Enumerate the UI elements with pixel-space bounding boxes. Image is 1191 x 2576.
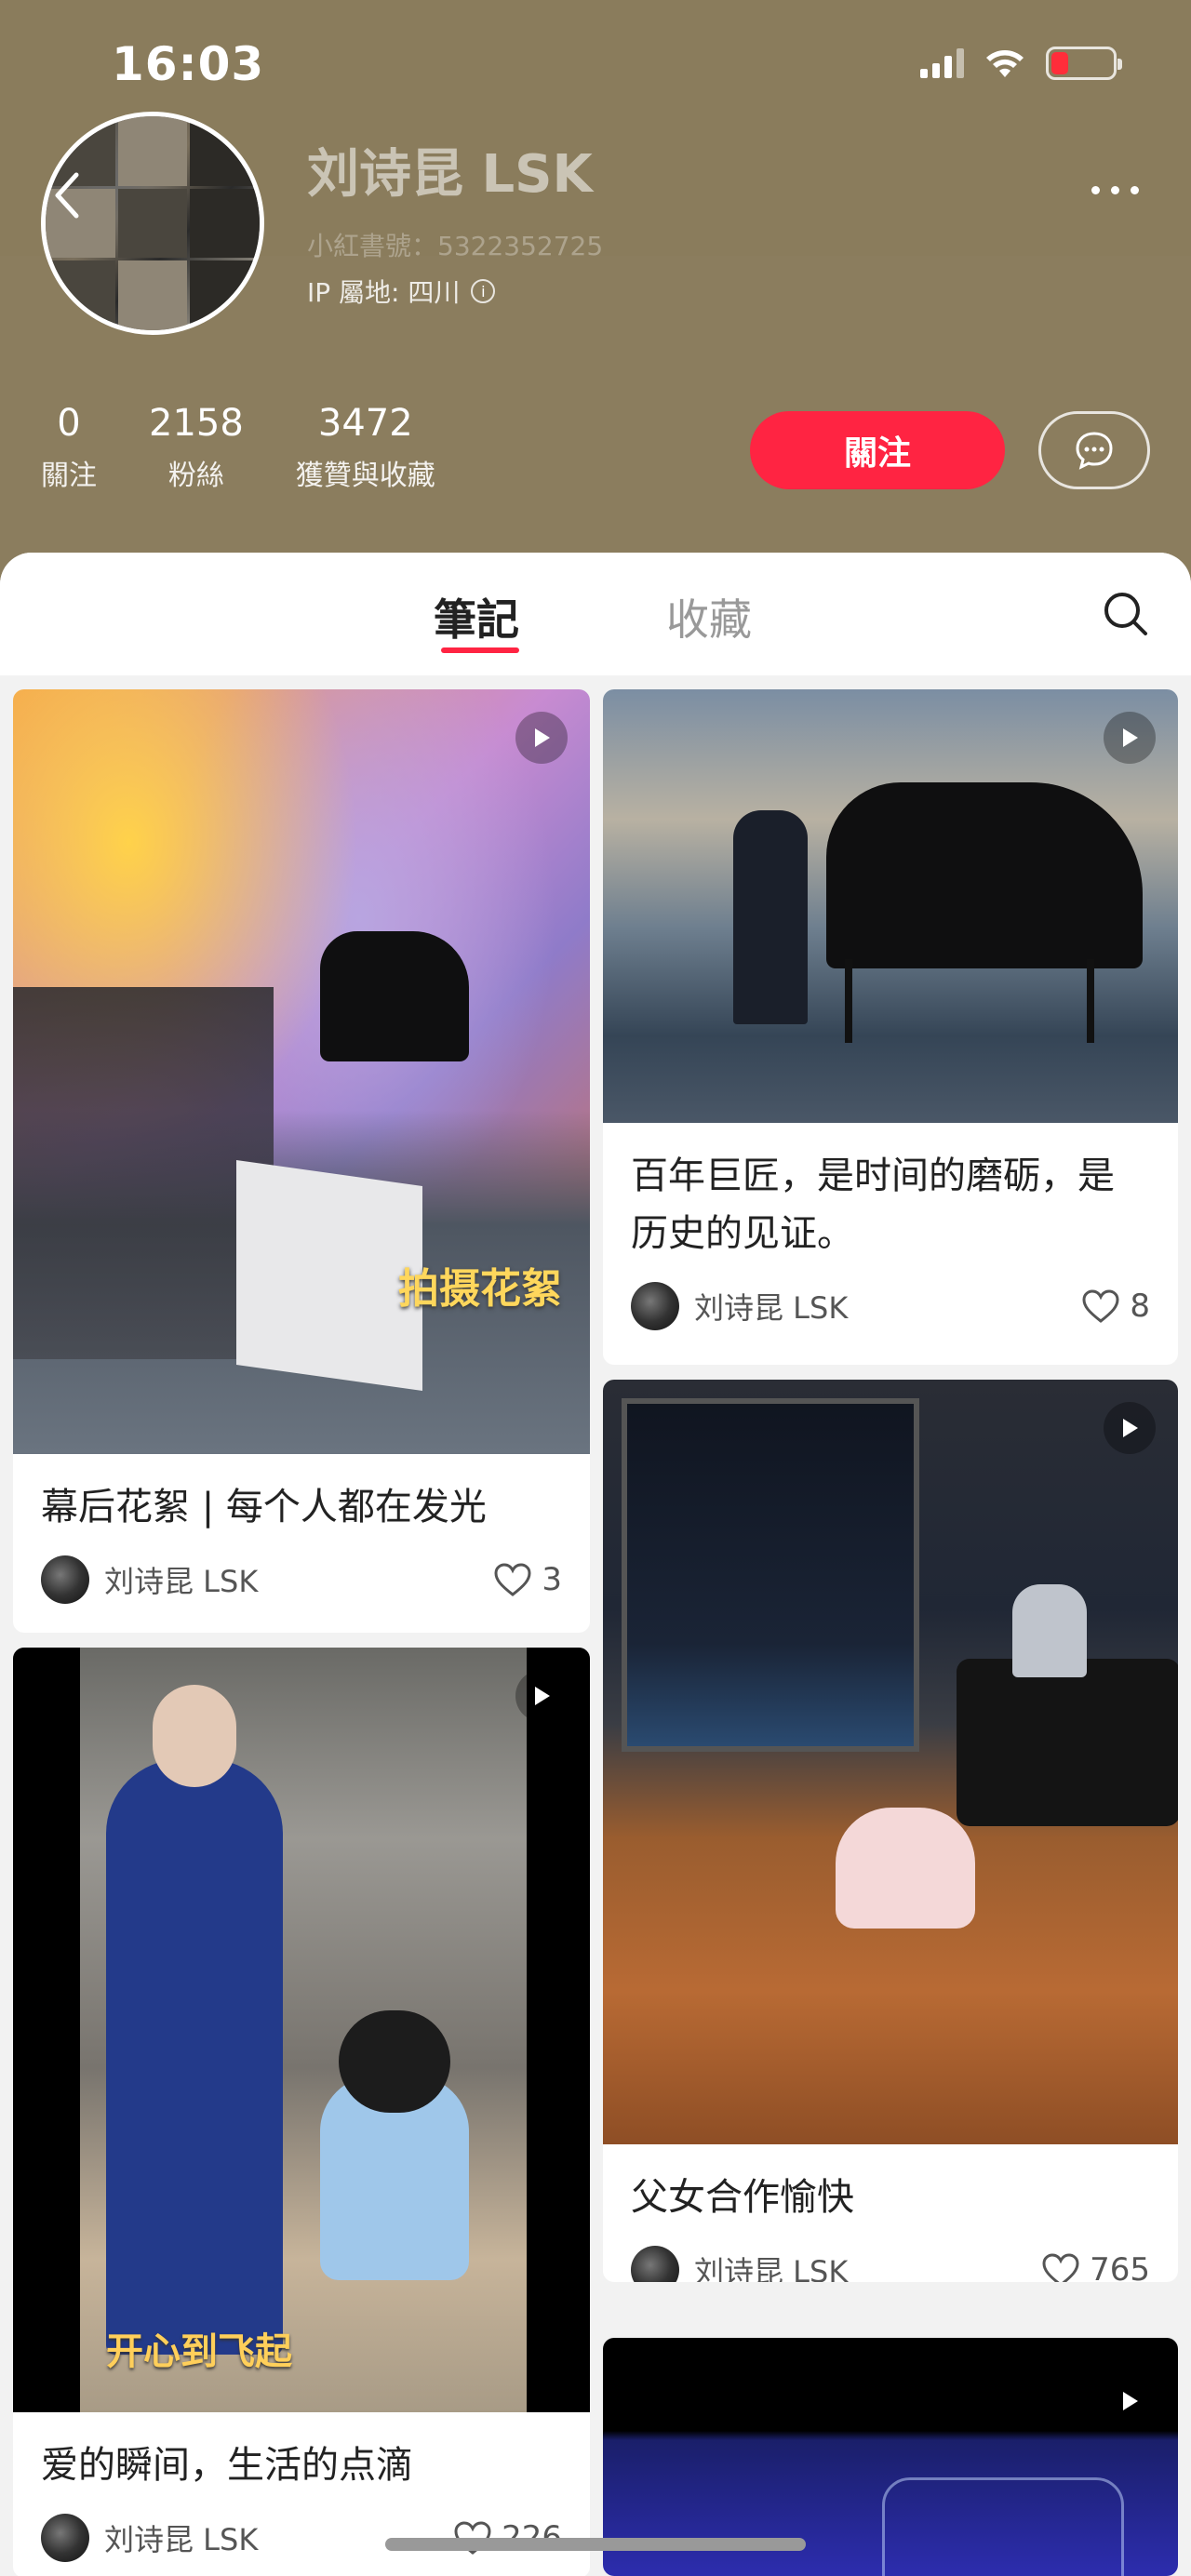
heart-icon — [1042, 2253, 1079, 2282]
post-footer: 刘诗昆 LSK 765 — [603, 2226, 1178, 2282]
post-title: 父女合作愉快 — [631, 2176, 854, 2219]
battery-icon — [1046, 47, 1122, 80]
image-caption: 拍摄花絮 — [398, 1265, 562, 1313]
back-arrow-icon[interactable] — [47, 167, 93, 223]
post-footer: 刘诗昆 LSK 8 — [603, 1262, 1178, 1333]
post-title: 幕后花絮 | 每个人都在发光 — [41, 1486, 487, 1528]
status-time: 16:03 — [112, 37, 265, 91]
author-avatar[interactable] — [631, 1282, 679, 1330]
chat-bubble-icon — [1076, 432, 1113, 470]
post-thumbnail[interactable]: 开心到飞起 — [13, 1648, 590, 2412]
post-title: 爱的瞬间，生活的点滴 — [41, 2444, 413, 2487]
cellular-signal-icon — [920, 48, 964, 78]
author-avatar[interactable] — [41, 1555, 89, 1604]
post-title: 百年巨匠，是时间的磨砺，是历史的见证。 — [631, 1155, 1115, 1255]
author-avatar[interactable] — [631, 2246, 679, 2282]
play-icon — [1104, 2375, 1156, 2427]
home-indicator[interactable] — [385, 2538, 806, 2551]
like-button[interactable]: 8 — [1081, 1288, 1150, 1325]
post-thumbnail[interactable]: 拍摄花絮 — [13, 689, 590, 1454]
profile-header: 16:03 刘诗昆 LSK 小紅書號：5322352725 IP 屬地: 四川 … — [0, 0, 1191, 595]
redbook-id: 小紅書號：5322352725 — [307, 231, 604, 261]
tab-saved[interactable]: 收藏 — [666, 586, 752, 647]
stat-value: 3472 — [317, 402, 413, 445]
post-footer: 刘诗昆 LSK 226 — [13, 2494, 590, 2565]
stat-following[interactable]: 0 關注 — [41, 402, 97, 493]
play-icon — [1104, 712, 1156, 764]
search-icon[interactable] — [1102, 590, 1150, 638]
post-thumbnail[interactable] — [603, 689, 1178, 1123]
follow-button[interactable]: 關注 — [750, 411, 1005, 489]
active-tab-indicator — [441, 647, 519, 653]
author-avatar[interactable] — [41, 2514, 89, 2562]
post-thumbnail[interactable] — [603, 1380, 1178, 2144]
stat-followers[interactable]: 2158 粉絲 — [149, 402, 244, 493]
like-count: 3 — [542, 1561, 562, 1598]
message-button[interactable] — [1038, 411, 1150, 489]
ip-location-text: IP 屬地: 四川 — [307, 277, 461, 308]
author-name[interactable]: 刘诗昆 LSK — [694, 2249, 1041, 2282]
stat-likes-saves[interactable]: 3472 獲贊與收藏 — [296, 402, 435, 493]
like-count: 8 — [1130, 1288, 1150, 1325]
post-card[interactable]: 父女合作愉快 刘诗昆 LSK 765 — [603, 1380, 1178, 2282]
play-icon — [1104, 1402, 1156, 1454]
post-card[interactable]: 拍摄花絮 幕后花絮 | 每个人都在发光 刘诗昆 LSK 3 — [13, 689, 590, 1633]
ip-location: IP 屬地: 四川 i — [307, 273, 496, 310]
author-name[interactable]: 刘诗昆 LSK — [694, 1285, 1081, 1328]
status-icons — [920, 47, 1122, 80]
play-icon — [515, 1670, 568, 1722]
stat-label: 獲贊與收藏 — [295, 460, 435, 492]
stat-label: 關注 — [41, 460, 97, 492]
more-options-icon[interactable] — [1091, 186, 1139, 194]
wifi-icon — [986, 50, 1024, 77]
profile-avatar[interactable] — [41, 112, 264, 335]
profile-name: 刘诗昆 LSK — [307, 144, 593, 205]
image-caption: 开心到飞起 — [106, 2330, 292, 2373]
like-button[interactable]: 765 — [1041, 2251, 1150, 2282]
profile-stats: 0 關注 2158 粉絲 3472 獲贊與收藏 — [41, 402, 488, 493]
author-name[interactable]: 刘诗昆 LSK — [104, 1558, 493, 1601]
stat-value: 0 — [57, 402, 81, 445]
heart-icon — [1082, 1289, 1119, 1323]
tab-notes[interactable]: 筆記 — [434, 586, 519, 647]
post-card[interactable]: 开心到飞起 爱的瞬间，生活的点滴 刘诗昆 LSK 226 — [13, 1648, 590, 2576]
post-card[interactable]: 百年巨匠，是时间的磨砺，是历史的见证。 刘诗昆 LSK 8 — [603, 689, 1178, 1365]
post-footer: 刘诗昆 LSK 3 — [13, 1536, 590, 1607]
heart-icon — [494, 1563, 531, 1596]
like-button[interactable]: 3 — [493, 1561, 562, 1598]
tab-bar: 筆記 收藏 — [0, 553, 1191, 675]
info-icon[interactable]: i — [471, 279, 496, 303]
like-count: 765 — [1090, 2251, 1150, 2282]
stat-label: 粉絲 — [167, 460, 224, 492]
stat-value: 2158 — [149, 402, 244, 445]
play-icon — [515, 712, 568, 764]
